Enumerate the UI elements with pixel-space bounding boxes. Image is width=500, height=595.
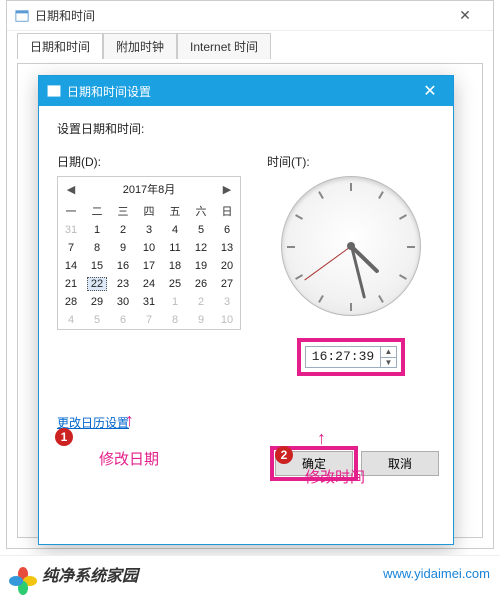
cal-day[interactable]: 15: [84, 257, 110, 275]
outer-title: 日期和时间: [35, 7, 445, 24]
cal-day[interactable]: 23: [110, 275, 136, 293]
cal-dow: 五: [162, 201, 188, 221]
tab-internet-time[interactable]: Internet 时间: [177, 33, 271, 59]
outer-titlebar: 日期和时间 ✕: [7, 1, 493, 31]
inner-body: 设置日期和时间: 日期(D): ◀ 2017年8月 ▶ 一二三四五六日31123…: [39, 106, 453, 441]
time-input[interactable]: 16:27:39 ▲ ▼: [305, 346, 397, 368]
cal-day[interactable]: 3: [214, 293, 240, 311]
date-time-settings-dialog: 日期和时间设置 ✕ 设置日期和时间: 日期(D): ◀ 2017年8月 ▶ 一二…: [38, 75, 454, 545]
cal-dow: 三: [110, 201, 136, 221]
prompt-text: 设置日期和时间:: [57, 120, 435, 137]
cal-dow: 一: [58, 201, 84, 221]
date-label: 日期(D):: [57, 153, 245, 170]
watermark-url: www.yidaimei.com: [383, 566, 490, 581]
time-spinner[interactable]: ▲ ▼: [380, 347, 396, 367]
time-label: 时间(T):: [267, 153, 435, 170]
watermark-strip: 纯净系统家园 www.yidaimei.com: [0, 555, 500, 591]
calendar[interactable]: ◀ 2017年8月 ▶ 一二三四五六日311234567891011121314…: [57, 176, 241, 330]
cal-day[interactable]: 5: [188, 221, 214, 239]
cal-dow: 六: [188, 201, 214, 221]
cal-day[interactable]: 3: [136, 221, 162, 239]
cal-day[interactable]: 8: [84, 239, 110, 257]
cal-dow: 四: [136, 201, 162, 221]
change-calendar-settings-link[interactable]: 更改日历设置: [57, 416, 129, 430]
cal-next-month[interactable]: ▶: [220, 183, 234, 196]
cal-day[interactable]: 4: [162, 221, 188, 239]
cal-day[interactable]: 24: [136, 275, 162, 293]
watermark-logo: 纯净系统家园: [10, 561, 138, 587]
watermark-badge-icon: [10, 561, 36, 587]
cal-day[interactable]: 1: [84, 221, 110, 239]
cal-day[interactable]: 17: [136, 257, 162, 275]
inner-ok-button[interactable]: 确定: [275, 451, 353, 476]
date-time-icon: [15, 9, 29, 23]
watermark-brand: 纯净系统家园: [42, 562, 138, 586]
cal-day[interactable]: 4: [58, 311, 84, 329]
cal-day[interactable]: 14: [58, 257, 84, 275]
inner-titlebar: 日期和时间设置 ✕: [39, 76, 453, 106]
cal-day[interactable]: 21: [58, 275, 84, 293]
inner-close-button[interactable]: ✕: [415, 81, 445, 101]
tab-additional-clocks[interactable]: 附加时钟: [103, 33, 177, 59]
cal-day[interactable]: 2: [188, 293, 214, 311]
time-spin-down[interactable]: ▼: [381, 358, 396, 368]
time-value[interactable]: 16:27:39: [306, 347, 380, 367]
cal-dow: 日: [214, 201, 240, 221]
inner-button-row: 确定 取消: [39, 441, 453, 476]
settings-dialog-icon: [47, 84, 61, 98]
cal-day[interactable]: 10: [136, 239, 162, 257]
cal-day[interactable]: 13: [214, 239, 240, 257]
time-input-highlight: 16:27:39 ▲ ▼: [297, 338, 405, 376]
inner-title: 日期和时间设置: [67, 83, 415, 100]
clock-second-hand: [304, 246, 352, 281]
cal-day[interactable]: 6: [110, 311, 136, 329]
cal-day[interactable]: 28: [58, 293, 84, 311]
analog-clock: [281, 176, 421, 316]
cal-day[interactable]: 7: [58, 239, 84, 257]
cal-day[interactable]: 19: [188, 257, 214, 275]
clock-center: [347, 242, 355, 250]
cal-day[interactable]: 10: [214, 311, 240, 329]
cal-day[interactable]: 9: [188, 311, 214, 329]
cal-dow: 二: [84, 201, 110, 221]
cal-day[interactable]: 16: [110, 257, 136, 275]
cal-day[interactable]: 8: [162, 311, 188, 329]
cal-day[interactable]: 31: [136, 293, 162, 311]
cal-day[interactable]: 31: [58, 221, 84, 239]
time-spin-up[interactable]: ▲: [381, 347, 396, 358]
cal-day[interactable]: 7: [136, 311, 162, 329]
cal-day[interactable]: 22: [84, 275, 110, 293]
cal-day[interactable]: 5: [84, 311, 110, 329]
cal-day[interactable]: 12: [188, 239, 214, 257]
inner-cancel-button[interactable]: 取消: [361, 451, 439, 476]
cal-day[interactable]: 2: [110, 221, 136, 239]
cal-grid: 一二三四五六日311234567891011121314151617181920…: [58, 201, 240, 329]
outer-close-button[interactable]: ✕: [445, 7, 485, 24]
cal-day[interactable]: 29: [84, 293, 110, 311]
cal-day[interactable]: 6: [214, 221, 240, 239]
cal-day[interactable]: 20: [214, 257, 240, 275]
cal-day[interactable]: 9: [110, 239, 136, 257]
cal-day[interactable]: 30: [110, 293, 136, 311]
cal-day[interactable]: 26: [188, 275, 214, 293]
cal-day[interactable]: 25: [162, 275, 188, 293]
tab-date-time[interactable]: 日期和时间: [17, 33, 103, 59]
cal-prev-month[interactable]: ◀: [64, 183, 78, 196]
tabstrip: 日期和时间 附加时钟 Internet 时间: [7, 31, 493, 59]
cal-day[interactable]: 18: [162, 257, 188, 275]
cal-month-title[interactable]: 2017年8月: [78, 181, 220, 197]
cal-day[interactable]: 1: [162, 293, 188, 311]
cal-day[interactable]: 11: [162, 239, 188, 257]
cal-day[interactable]: 27: [214, 275, 240, 293]
